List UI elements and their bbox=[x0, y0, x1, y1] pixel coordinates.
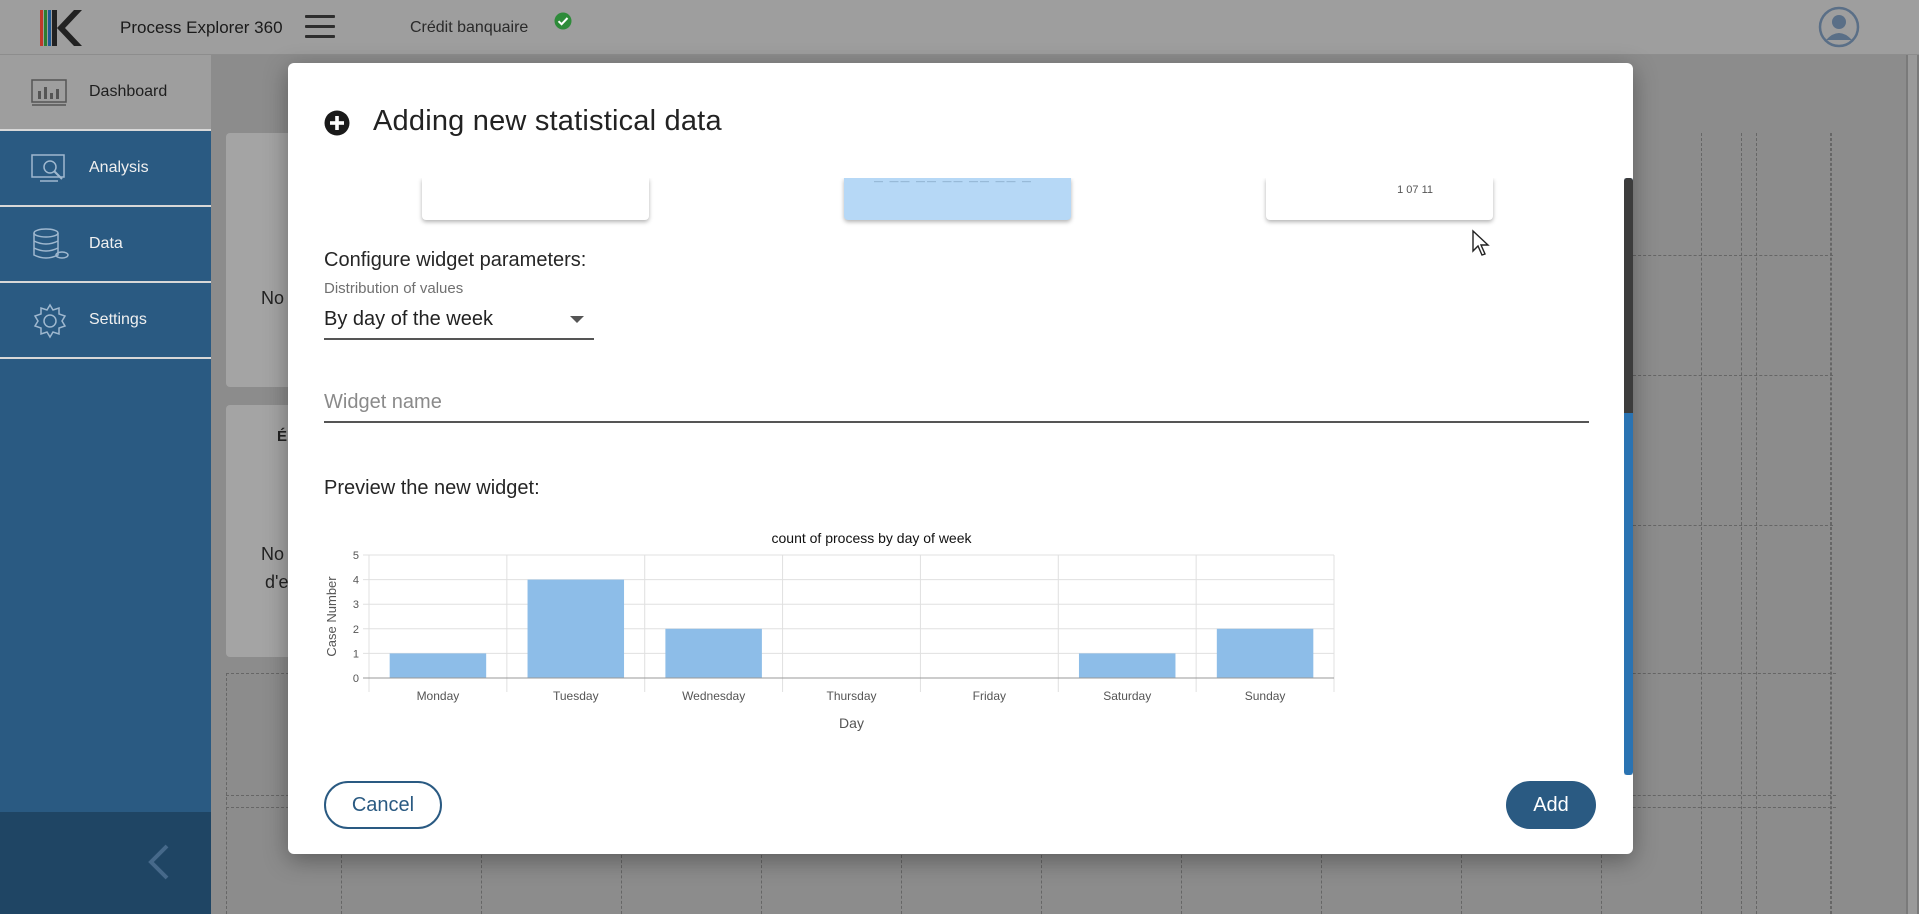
grid-guide bbox=[1830, 133, 1831, 914]
grid-guide bbox=[1831, 133, 1832, 914]
grid-guide bbox=[481, 855, 482, 914]
sidebar-footer bbox=[0, 812, 211, 914]
hamburger-menu-icon[interactable] bbox=[305, 15, 335, 39]
card-text: No bbox=[261, 544, 285, 564]
grid-guide bbox=[1701, 133, 1702, 914]
bar-monday bbox=[389, 653, 487, 678]
y-axis-label: Case Number bbox=[324, 576, 339, 657]
widget-name-input[interactable] bbox=[324, 383, 1589, 423]
dialog-scrollbar[interactable] bbox=[1624, 178, 1633, 775]
dialog-title: Adding new statistical data bbox=[373, 105, 722, 137]
x-tick-label: Friday bbox=[973, 689, 1006, 703]
distribution-select[interactable]: By day of the week bbox=[324, 300, 594, 340]
grid-guide bbox=[761, 855, 762, 914]
grid-guide bbox=[1741, 133, 1742, 914]
y-tick-label: 2 bbox=[353, 624, 359, 636]
grid-guide bbox=[1461, 855, 1462, 914]
x-tick-label: Wednesday bbox=[682, 689, 745, 703]
sidebar-item-label: Analysis bbox=[89, 159, 149, 176]
dialog-header: Adding new statistical data bbox=[288, 63, 1633, 178]
cancel-button[interactable]: Cancel bbox=[324, 781, 442, 829]
preview-label: Preview the new widget: bbox=[324, 477, 540, 499]
top-bar: Process Explorer 360 Crédit banquaire bbox=[0, 0, 1919, 55]
dashboard-icon bbox=[31, 79, 67, 106]
x-tick-label: Monday bbox=[417, 689, 460, 703]
grid-guide bbox=[621, 855, 622, 914]
distribution-select-value: By day of the week bbox=[324, 308, 493, 330]
grid-guide bbox=[1321, 855, 1322, 914]
sidebar-item-data[interactable]: Data bbox=[0, 207, 211, 283]
grid-guide bbox=[1633, 375, 1833, 376]
thumbnail-ticks: — —— —— —— —— —— — bbox=[874, 178, 1034, 186]
check-circle-icon bbox=[554, 12, 572, 30]
x-tick-label: Thursday bbox=[826, 689, 876, 703]
y-tick-label: 0 bbox=[353, 673, 359, 685]
y-tick-label: 1 bbox=[353, 648, 359, 660]
chart-title: count of process by day of week bbox=[772, 530, 973, 546]
x-tick-label: Sunday bbox=[1245, 689, 1286, 703]
analysis-icon bbox=[31, 154, 65, 182]
app-title: Process Explorer 360 bbox=[120, 18, 283, 37]
dropdown-arrow-icon bbox=[570, 316, 584, 323]
card-text: No bbox=[261, 288, 285, 308]
configure-label: Configure widget parameters: bbox=[324, 249, 587, 271]
grid-guide bbox=[1756, 133, 1757, 914]
add-widget-dialog: Adding new statistical data — —— —— —— —… bbox=[288, 63, 1633, 854]
add-circle-icon bbox=[324, 110, 350, 136]
widget-type-option[interactable]: 1 07 11 bbox=[1266, 178, 1493, 220]
widget-type-option-selected[interactable]: — —— —— —— —— —— — bbox=[844, 178, 1071, 220]
x-tick-label: Saturday bbox=[1103, 689, 1151, 703]
y-tick-label: 5 bbox=[353, 550, 359, 562]
grid-guide bbox=[1601, 855, 1602, 914]
grid-guide bbox=[1633, 525, 1833, 526]
mouse-cursor-icon bbox=[1472, 229, 1490, 256]
sidebar: Dashboard Analysis Data Settings bbox=[0, 55, 211, 914]
grid-guide bbox=[1181, 855, 1182, 914]
app-logo bbox=[40, 10, 82, 46]
page-scrollbar[interactable] bbox=[1906, 55, 1919, 914]
add-button[interactable]: Add bbox=[1506, 781, 1596, 829]
y-tick-label: 4 bbox=[353, 575, 359, 587]
gear-icon bbox=[33, 303, 67, 339]
sidebar-item-label: Settings bbox=[89, 311, 147, 328]
y-tick-label: 3 bbox=[353, 599, 359, 611]
card-text: d'e bbox=[265, 572, 289, 592]
dialog-footer: Cancel Add bbox=[288, 768, 1633, 854]
thumbnail-text: 1 07 11 bbox=[1397, 184, 1433, 196]
database-icon bbox=[33, 228, 69, 259]
sidebar-item-settings[interactable]: Settings bbox=[0, 283, 211, 359]
sidebar-item-label: Dashboard bbox=[89, 83, 168, 100]
bar-sunday bbox=[1216, 628, 1314, 678]
dialog-body: — —— —— —— —— —— — 1 07 11 Configure wid… bbox=[288, 178, 1633, 768]
project-name[interactable]: Crédit banquaire bbox=[410, 19, 528, 37]
x-axis-label: Day bbox=[839, 715, 864, 731]
sidebar-item-analysis[interactable]: Analysis bbox=[0, 131, 211, 207]
card-heading: É bbox=[277, 428, 288, 445]
grid-guide bbox=[901, 855, 902, 914]
distribution-caption: Distribution of values bbox=[324, 280, 464, 297]
preview-chart: count of process by day of week 0 1 2 3 4 5 Mon… bbox=[324, 530, 1335, 731]
bar-wednesday bbox=[665, 628, 762, 678]
sidebar-item-dashboard[interactable]: Dashboard bbox=[0, 55, 211, 131]
bar-tuesday bbox=[527, 579, 625, 678]
grid-guide bbox=[341, 855, 342, 914]
sidebar-item-label: Data bbox=[89, 235, 123, 252]
x-tick-label: Tuesday bbox=[553, 689, 599, 703]
user-avatar-icon[interactable] bbox=[1818, 6, 1860, 48]
grid-guide bbox=[226, 673, 227, 914]
chevron-left-icon[interactable] bbox=[145, 842, 173, 882]
grid-guide bbox=[1633, 255, 1833, 256]
widget-type-option[interactable] bbox=[422, 178, 649, 220]
bar-saturday bbox=[1078, 653, 1176, 678]
grid-guide bbox=[1041, 855, 1042, 914]
